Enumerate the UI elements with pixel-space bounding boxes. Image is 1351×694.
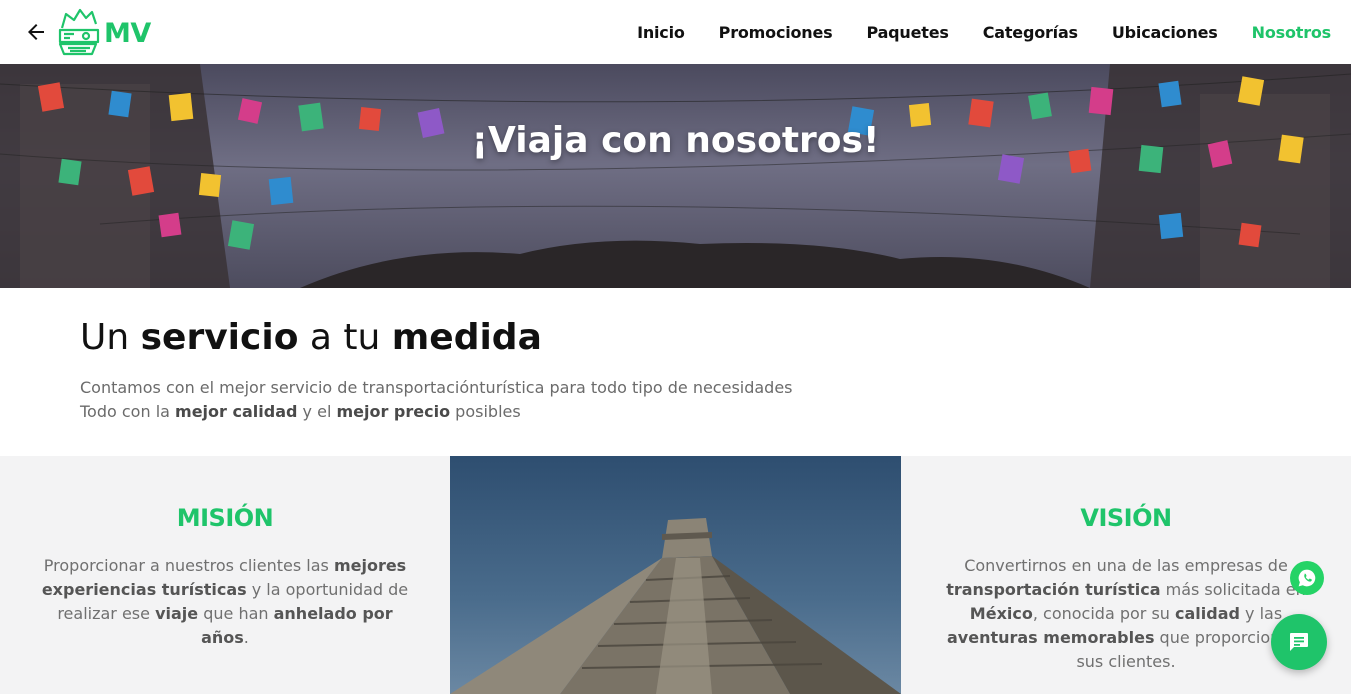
chat-bubble-icon — [1290, 633, 1308, 651]
whatsapp-icon — [1298, 569, 1316, 587]
vision-title: VISIÓN — [1080, 504, 1172, 532]
chat-button[interactable] — [1271, 614, 1327, 670]
hero-title: ¡Viaja con nosotros! — [471, 120, 880, 161]
nav-nosotros[interactable]: Nosotros — [1252, 23, 1332, 42]
main-nav: Inicio Promociones Paquetes Categorías U… — [603, 0, 1331, 64]
nav-ubicaciones[interactable]: Ubicaciones — [1112, 23, 1218, 42]
service-description: Contamos con el mejor servicio de transp… — [80, 376, 793, 424]
whatsapp-button[interactable] — [1290, 561, 1324, 595]
top-navbar: MV Inicio Promociones Paquetes Categoría… — [0, 0, 1351, 64]
mission-title: MISIÓN — [176, 504, 274, 532]
nav-inicio[interactable]: Inicio — [637, 23, 685, 42]
mission-column: MISIÓN Proporcionar a nuestros clientes … — [0, 456, 450, 694]
hero-papel-picado-image — [0, 64, 1351, 288]
service-desc-line-2: Todo con la mejor calidad y el mejor pre… — [80, 402, 521, 421]
nav-categorias[interactable]: Categorías — [983, 23, 1078, 42]
hero-banner: ¡Viaja con nosotros! — [0, 64, 1351, 288]
mission-text: Proporcionar a nuestros clientes las mej… — [41, 556, 409, 647]
service-desc-line-1: Contamos con el mejor servicio de transp… — [80, 378, 793, 397]
aztec-head-logo-icon — [58, 8, 100, 56]
chichen-itza-pyramid-image — [450, 456, 901, 694]
service-heading: Un servicio a tu medida — [80, 317, 542, 358]
back-arrow-icon[interactable] — [24, 20, 48, 44]
brand-logo-text: MV — [104, 17, 151, 49]
vision-text: Convertirnos en una de las empresas de t… — [946, 556, 1306, 671]
brand-logo[interactable]: MV — [56, 7, 151, 59]
nav-paquetes[interactable]: Paquetes — [866, 23, 948, 42]
mission-vision-section: MISIÓN Proporcionar a nuestros clientes … — [0, 456, 1351, 694]
nav-promociones[interactable]: Promociones — [719, 23, 833, 42]
